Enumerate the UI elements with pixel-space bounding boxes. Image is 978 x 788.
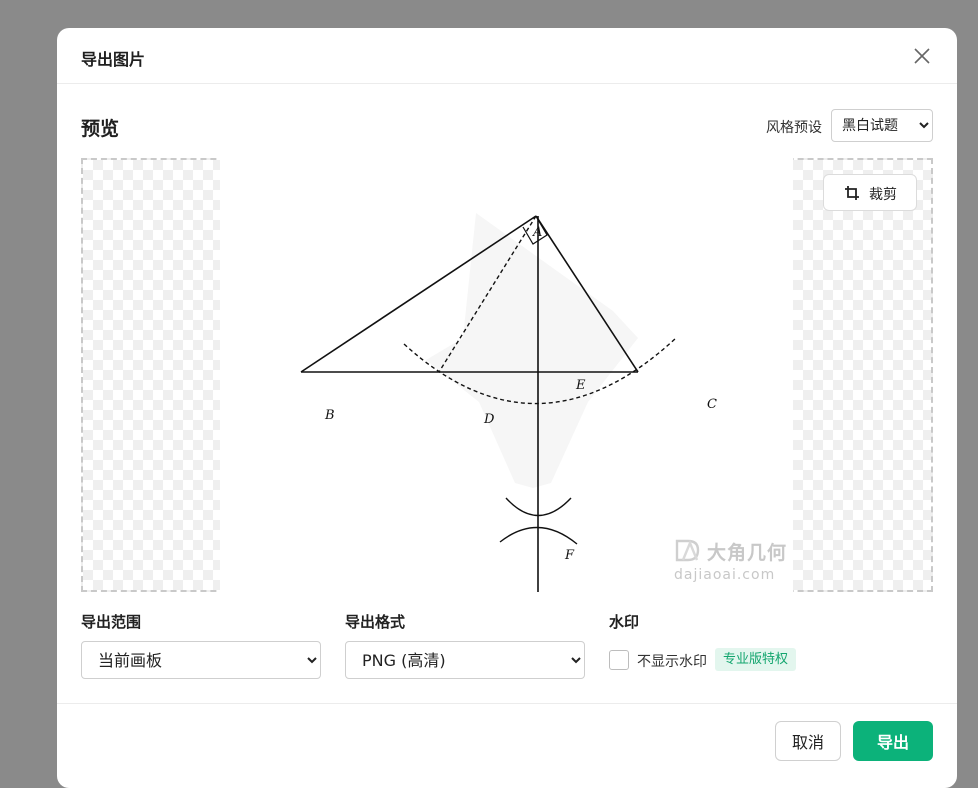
crop-button[interactable]: 裁剪 — [823, 174, 917, 211]
construction-shading — [426, 213, 638, 488]
export-range-select[interactable]: 当前画板 — [81, 641, 321, 679]
watermark-url: dajiaoai.com — [674, 567, 776, 583]
close-icon[interactable] — [913, 47, 931, 65]
pro-feature-badge: 专业版特权 — [715, 648, 797, 671]
point-label-a: A — [532, 225, 542, 240]
point-label-d: D — [483, 412, 495, 427]
cancel-button[interactable]: 取消 — [775, 721, 841, 761]
crop-button-label: 裁剪 — [869, 187, 897, 203]
point-label-c: C — [707, 397, 717, 412]
export-image-dialog: 导出图片 预览 风格预设 黑白试题 A B C D E F 裁剪 大角几何 da… — [57, 28, 957, 788]
geometry-diagram: A B C D E F — [300, 213, 717, 592]
point-label-e: E — [575, 378, 586, 393]
preview-title: 预览 — [81, 118, 120, 140]
dialog-title: 导出图片 — [81, 50, 146, 69]
export-format-label: 导出格式 — [345, 613, 406, 631]
watermark-brand: 大角几何 — [707, 542, 788, 564]
style-preset-label: 风格预设 — [766, 120, 822, 136]
footer-divider — [57, 703, 957, 704]
hide-watermark-checkbox[interactable] — [609, 650, 629, 670]
dialog-header: 导出图片 — [57, 28, 957, 84]
export-format-select[interactable]: PNG (高清) — [345, 641, 585, 679]
point-label-b: B — [324, 408, 335, 423]
crop-icon — [845, 186, 859, 200]
watermark-logo-icon — [675, 539, 700, 562]
point-label-f: F — [564, 548, 575, 563]
hide-watermark-label[interactable]: 不显示水印 — [637, 651, 707, 671]
export-range-label: 导出范围 — [81, 613, 142, 631]
watermark-label: 水印 — [609, 613, 640, 631]
style-preset-select[interactable]: 黑白试题 — [831, 109, 933, 142]
export-button[interactable]: 导出 — [853, 721, 933, 761]
